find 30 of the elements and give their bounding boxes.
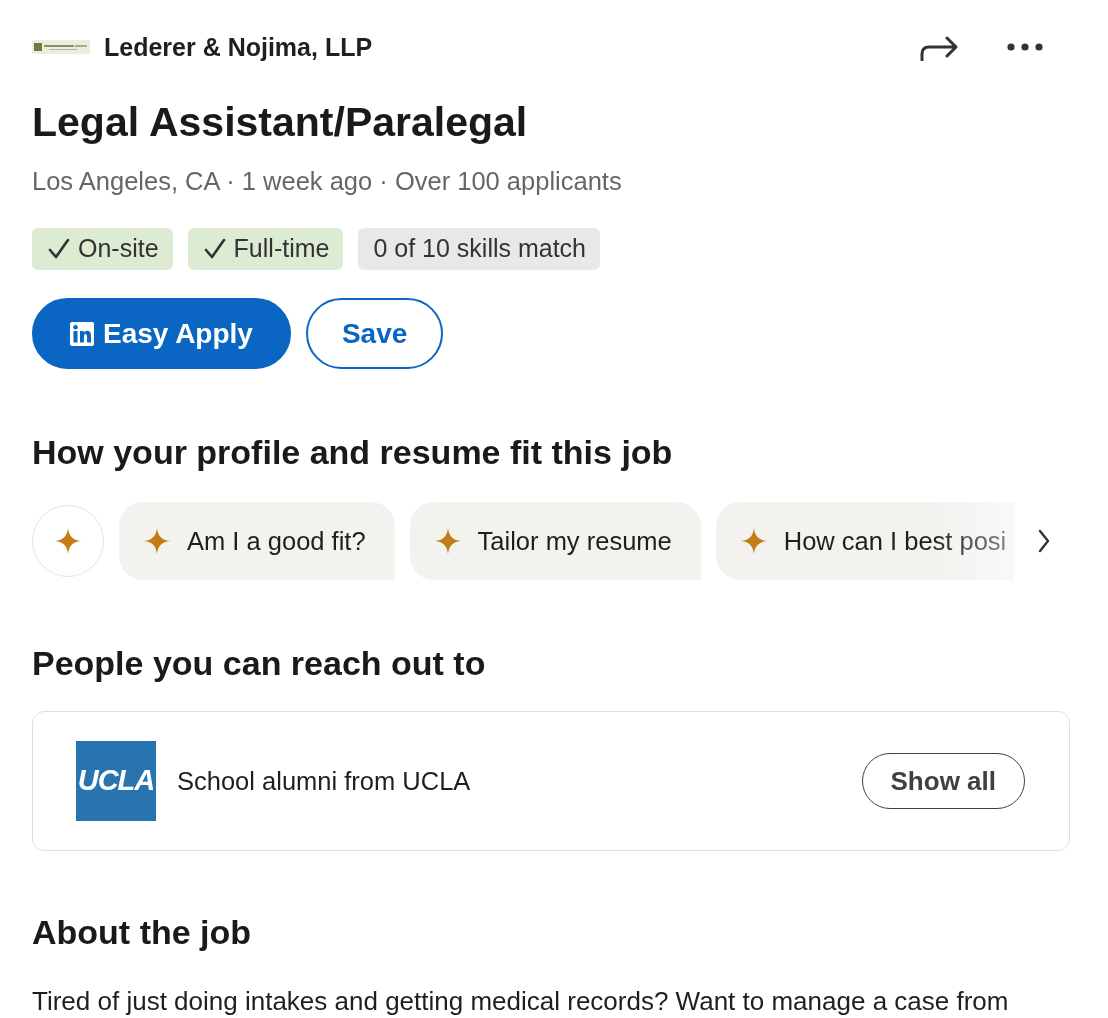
section-heading: About the job <box>32 912 253 952</box>
section-heading: People you can reach out to <box>32 643 487 683</box>
sparkle-icon <box>144 528 170 554</box>
save-button[interactable]: Save <box>305 298 444 369</box>
sparkle-icon <box>55 528 81 554</box>
job-meta: Los Angeles, CA · 1 week ago · Over 100 applicants <box>32 166 623 196</box>
tag-label: 0 of 10 skills match <box>373 233 587 265</box>
logo-icon <box>70 321 94 346</box>
prompt-chip[interactable]: Am I a good fit? <box>119 502 395 580</box>
more-icon <box>1007 43 1043 51</box>
sparkle-icon <box>740 528 767 554</box>
tag-label: On-site <box>78 233 159 265</box>
show-all-button[interactable]: Show all <box>861 753 1025 809</box>
school-logo: UCLA <box>76 741 156 821</box>
more-button[interactable] <box>1005 41 1045 53</box>
tag-label: Full-time <box>233 233 330 265</box>
connection-label: School alumni from UCLA <box>177 765 471 797</box>
check-icon <box>47 237 71 261</box>
job-description: Tired of just doing intakes and getting medical records? Want to manage a case from <box>32 985 1010 1017</box>
company-name: Lederer & Nojima, LLP <box>104 32 373 62</box>
job-title: Legal Assistant/Paralegal <box>32 99 529 145</box>
check-icon <box>202 237 227 261</box>
chevron-right-icon <box>1038 529 1050 553</box>
sparkle-icon <box>434 528 461 554</box>
prompt-chip[interactable]: Tailor my resume <box>409 502 701 580</box>
apply-button[interactable]: Easy Apply <box>32 298 291 369</box>
company-logo-icon <box>32 40 90 54</box>
section-heading: How your profile and resume fit this job <box>32 432 674 472</box>
prompt-chip[interactable]: How can I best posi <box>715 502 1015 580</box>
next-button[interactable] <box>1036 527 1052 555</box>
